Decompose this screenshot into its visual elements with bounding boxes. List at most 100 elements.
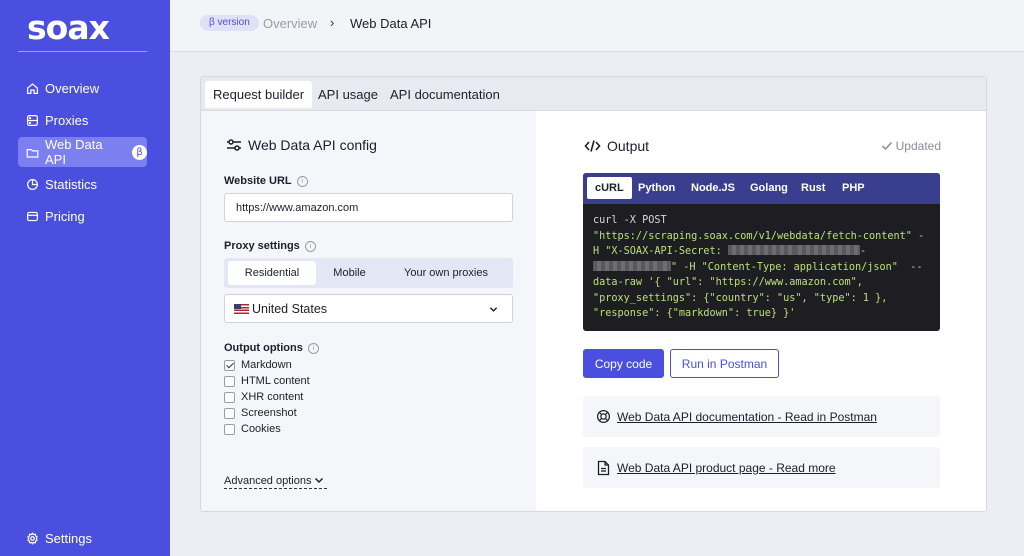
sidebar-item-label: Web Data API <box>45 137 103 167</box>
proxy-type-residential[interactable]: Residential <box>228 261 316 285</box>
output-title: Output <box>584 138 649 154</box>
updated-status-text: Updated <box>895 139 941 153</box>
config-title: Web Data API config <box>226 137 377 153</box>
code-line: H "X-SOAX-API-Secret: <box>593 246 728 257</box>
sidebar-item-label: Overview <box>45 80 100 96</box>
sidebar-item-web-data-api[interactable]: Web Data API β <box>18 137 147 167</box>
us-flag-icon <box>234 303 249 314</box>
code-line: " -H "Content-Type: application/json" -- <box>671 261 923 273</box>
checkbox-box[interactable] <box>224 391 235 403</box>
copy-code-button[interactable]: Copy code <box>583 349 664 378</box>
sidebar-item-label: Statistics <box>45 176 98 192</box>
sidebar-item-label: Settings <box>45 530 92 546</box>
breadcrumb-separator: › <box>330 15 335 30</box>
tab-curl[interactable]: cURL <box>587 177 632 199</box>
tab-php[interactable]: PHP <box>834 177 873 199</box>
beta-badge: β <box>132 144 147 160</box>
redacted-secret <box>659 260 671 271</box>
gear-icon <box>27 531 38 545</box>
website-url-label: Website URL i <box>224 175 308 187</box>
updated-status: Updated <box>881 139 941 153</box>
home-icon <box>27 82 38 94</box>
tab-api-documentation[interactable]: API documentation <box>382 81 508 108</box>
info-icon[interactable]: i <box>304 240 316 252</box>
sidebar-item-label: Proxies <box>45 112 89 128</box>
checkbox-xhr-content[interactable]: XHR content <box>224 390 303 404</box>
advanced-options-label: Advanced options <box>224 475 312 487</box>
checkbox-screenshot[interactable]: Screenshot <box>224 406 297 420</box>
advanced-options-toggle[interactable]: Advanced options <box>224 475 328 489</box>
redacted-secret <box>727 245 794 255</box>
checkbox-html-content[interactable]: HTML content <box>224 374 310 388</box>
top-header: β version Overview › Web Data API <box>170 0 1024 52</box>
proxy-type-selector: Residential Mobile Your own proxies <box>224 258 513 288</box>
code-line: "https://scraping.soax.com/v1/webdata/fe… <box>593 230 925 242</box>
info-icon[interactable]: i <box>296 175 308 187</box>
redacted-secret <box>593 260 659 271</box>
document-icon <box>597 460 610 475</box>
website-url-label-text: Website URL <box>224 175 292 187</box>
proxy-type-own[interactable]: Your own proxies <box>384 261 508 285</box>
documentation-link[interactable]: Web Data API documentation - Read in Pos… <box>617 410 877 424</box>
pie-chart-icon <box>27 178 38 190</box>
checkbox-box[interactable] <box>224 407 235 419</box>
api-builder-card: Request builder API usage API documentat… <box>200 76 987 512</box>
check-icon <box>881 141 892 151</box>
country-select-value: United States <box>252 301 328 316</box>
checkbox-label: Markdown <box>241 359 292 371</box>
wallet-icon <box>27 211 38 221</box>
sidebar-item-settings[interactable]: Settings <box>18 523 147 553</box>
checkbox-box[interactable] <box>224 359 235 371</box>
beta-version-badge: β version <box>200 15 259 31</box>
folder-icon <box>26 148 39 158</box>
breadcrumb-overview[interactable]: Overview <box>263 16 317 31</box>
run-in-postman-button[interactable]: Run in Postman <box>670 349 779 378</box>
code-snippet-panel: cURL Python Node.JS Golang Rust PHP curl… <box>583 173 940 331</box>
sidebar: soax Overview Proxies Web Data API β Sta… <box>0 0 170 556</box>
breadcrumb-current: Web Data API <box>350 16 432 31</box>
checkbox-markdown[interactable]: Markdown <box>224 358 292 372</box>
sidebar-item-label: Pricing <box>45 208 85 224</box>
product-page-link-card: Web Data API product page - Read more <box>583 447 940 488</box>
chevron-down-icon <box>315 477 324 484</box>
sidebar-item-overview[interactable]: Overview <box>18 73 147 103</box>
tab-golang[interactable]: Golang <box>742 177 796 199</box>
output-title-text: Output <box>607 138 650 154</box>
info-icon[interactable]: i <box>307 342 319 354</box>
checkbox-box[interactable] <box>224 423 235 435</box>
tab-rust[interactable]: Rust <box>793 177 833 199</box>
tab-nodejs[interactable]: Node.JS <box>683 177 743 199</box>
website-url-input[interactable]: https://www.amazon.com <box>224 193 513 222</box>
sidebar-item-statistics[interactable]: Statistics <box>18 169 147 199</box>
output-panel: Output Updated cURL Python Node.JS Golan… <box>536 111 986 511</box>
proxy-settings-label-text: Proxy settings <box>224 240 300 252</box>
documentation-link-card: Web Data API documentation - Read in Pos… <box>583 396 940 437</box>
product-page-link[interactable]: Web Data API product page - Read more <box>617 461 836 475</box>
country-select[interactable]: United States <box>224 294 513 323</box>
tab-python[interactable]: Python <box>630 177 683 199</box>
tab-api-usage[interactable]: API usage <box>310 81 386 108</box>
checkbox-box[interactable] <box>224 375 235 387</box>
checkbox-label: Cookies <box>241 423 281 435</box>
proxy-type-mobile[interactable]: Mobile <box>319 261 380 285</box>
code-line: data-raw '{ "url": "https://www.amazon.c… <box>593 277 863 288</box>
code-snippet[interactable]: curl -X POST "https://scraping.soax.com/… <box>593 213 933 322</box>
code-line: "proxy_settings": {"country": "us", "typ… <box>593 292 888 304</box>
code-line: - <box>859 246 867 257</box>
sidebar-item-proxies[interactable]: Proxies <box>18 105 147 135</box>
output-options-label-text: Output options <box>224 342 303 354</box>
config-title-text: Web Data API config <box>248 137 377 153</box>
soax-logo[interactable]: soax <box>27 8 110 47</box>
proxy-settings-label: Proxy settings i <box>224 240 316 252</box>
checkbox-label: Screenshot <box>241 407 297 419</box>
logo-divider <box>18 51 147 52</box>
output-options-label: Output options i <box>224 342 319 354</box>
code-line: "response": {"markdown": true} }' <box>593 308 796 319</box>
sliders-icon <box>227 139 241 151</box>
tab-request-builder[interactable]: Request builder <box>205 81 313 108</box>
sidebar-item-pricing[interactable]: Pricing <box>18 201 147 231</box>
lifebuoy-icon <box>596 409 611 424</box>
checkbox-cookies[interactable]: Cookies <box>224 422 281 436</box>
code-line: curl -X POST <box>593 215 667 226</box>
config-panel: Web Data API config Website URL i https:… <box>201 111 536 511</box>
